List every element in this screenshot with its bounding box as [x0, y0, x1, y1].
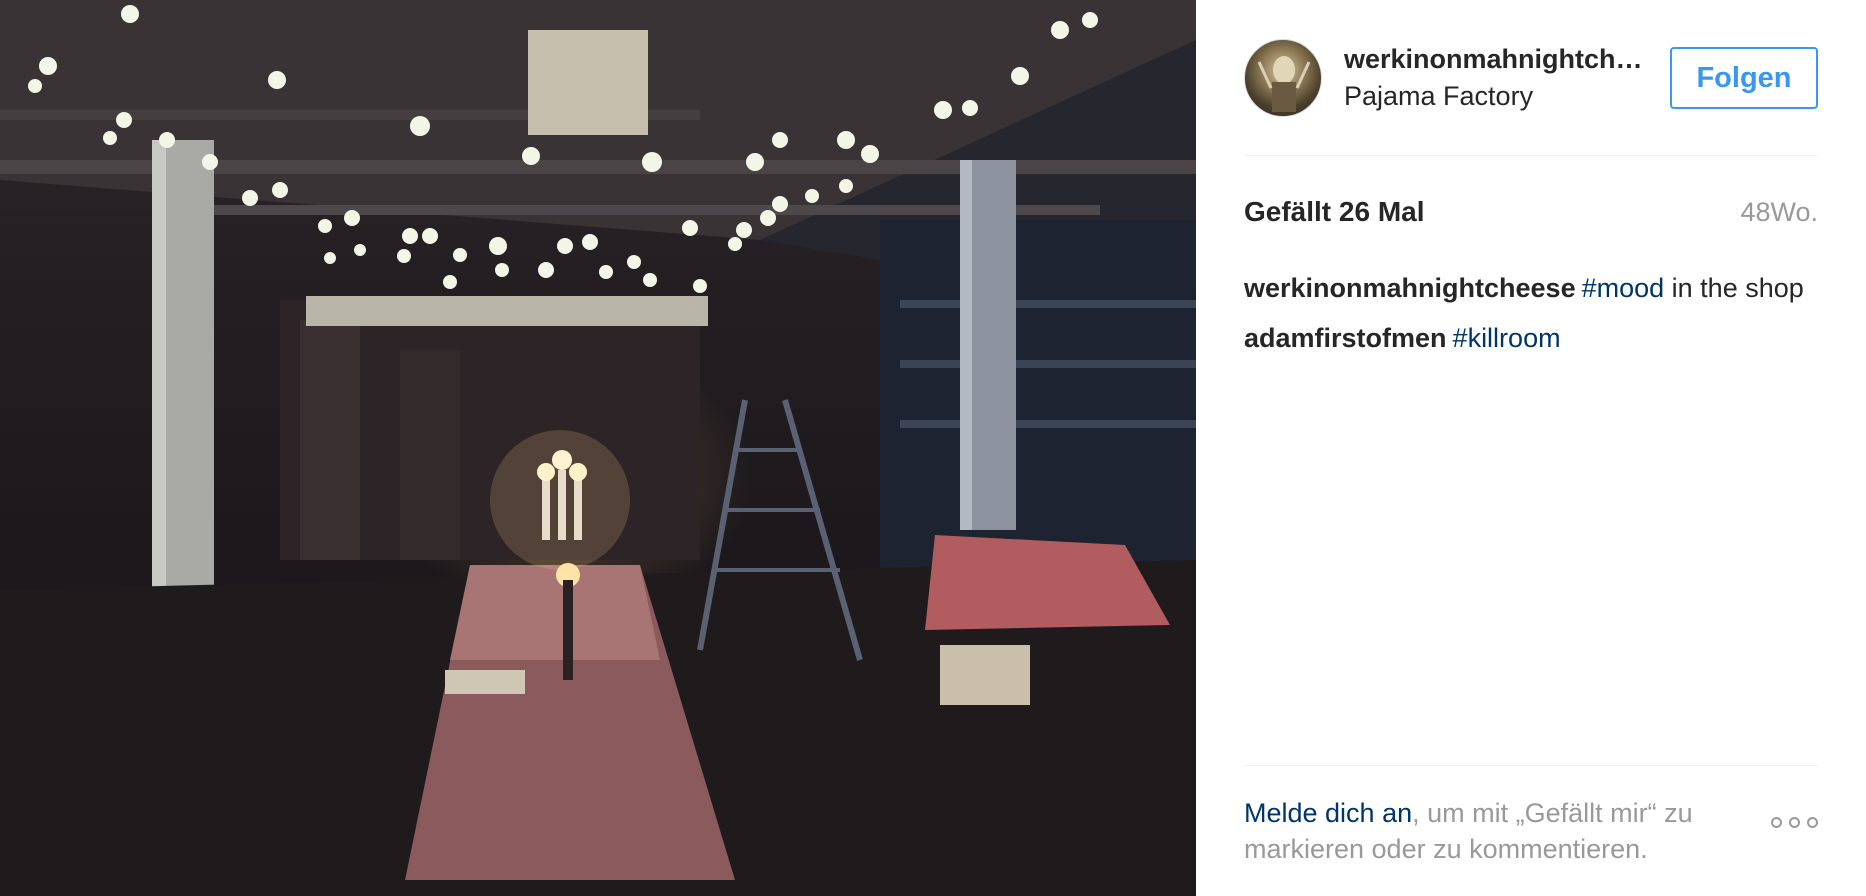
avatar-image [1257, 56, 1311, 112]
post-sidebar: werkinonmahnightcheese Pajama Factory Fo… [1196, 0, 1866, 896]
dot [1789, 817, 1800, 828]
comment-author[interactable]: adamfirstofmen [1244, 323, 1447, 353]
hashtag-link[interactable]: #mood [1582, 273, 1665, 303]
avatar[interactable] [1244, 39, 1322, 117]
location[interactable]: Pajama Factory [1344, 81, 1670, 112]
login-link[interactable]: Melde dich an [1244, 798, 1412, 828]
comment: werkinonmahnightcheese #mood in the shop [1244, 270, 1818, 306]
user-info: werkinonmahnightcheese Pajama Factory [1344, 44, 1670, 112]
comment-list: werkinonmahnightcheese #mood in the shop … [1244, 270, 1818, 370]
instagram-post: werkinonmahnightcheese Pajama Factory Fo… [0, 0, 1866, 896]
divider [1244, 155, 1818, 156]
post-photo[interactable] [0, 0, 1196, 896]
like-count[interactable]: Gefällt 26 Mal [1244, 196, 1425, 228]
comment-author[interactable]: werkinonmahnightcheese [1244, 273, 1576, 303]
login-prompt: Melde dich an, um mit „Gefällt mir“ zu m… [1244, 795, 1764, 867]
post-footer: Melde dich an, um mit „Gefällt mir“ zu m… [1244, 795, 1818, 867]
photo-scene [0, 0, 1196, 896]
comment-text: in the shop [1664, 273, 1804, 303]
follow-button[interactable]: Folgen [1670, 47, 1818, 109]
hashtag-link[interactable]: #killroom [1453, 323, 1561, 353]
more-options-icon[interactable] [1771, 817, 1818, 828]
username[interactable]: werkinonmahnightcheese [1344, 44, 1644, 75]
dot [1771, 817, 1782, 828]
dot [1807, 817, 1818, 828]
post-meta: Gefällt 26 Mal 48Wo. [1244, 196, 1818, 228]
post-header: werkinonmahnightcheese Pajama Factory Fo… [1244, 38, 1818, 118]
divider [1244, 765, 1818, 766]
post-age[interactable]: 48Wo. [1740, 197, 1818, 228]
comment: adamfirstofmen #killroom [1244, 320, 1818, 356]
